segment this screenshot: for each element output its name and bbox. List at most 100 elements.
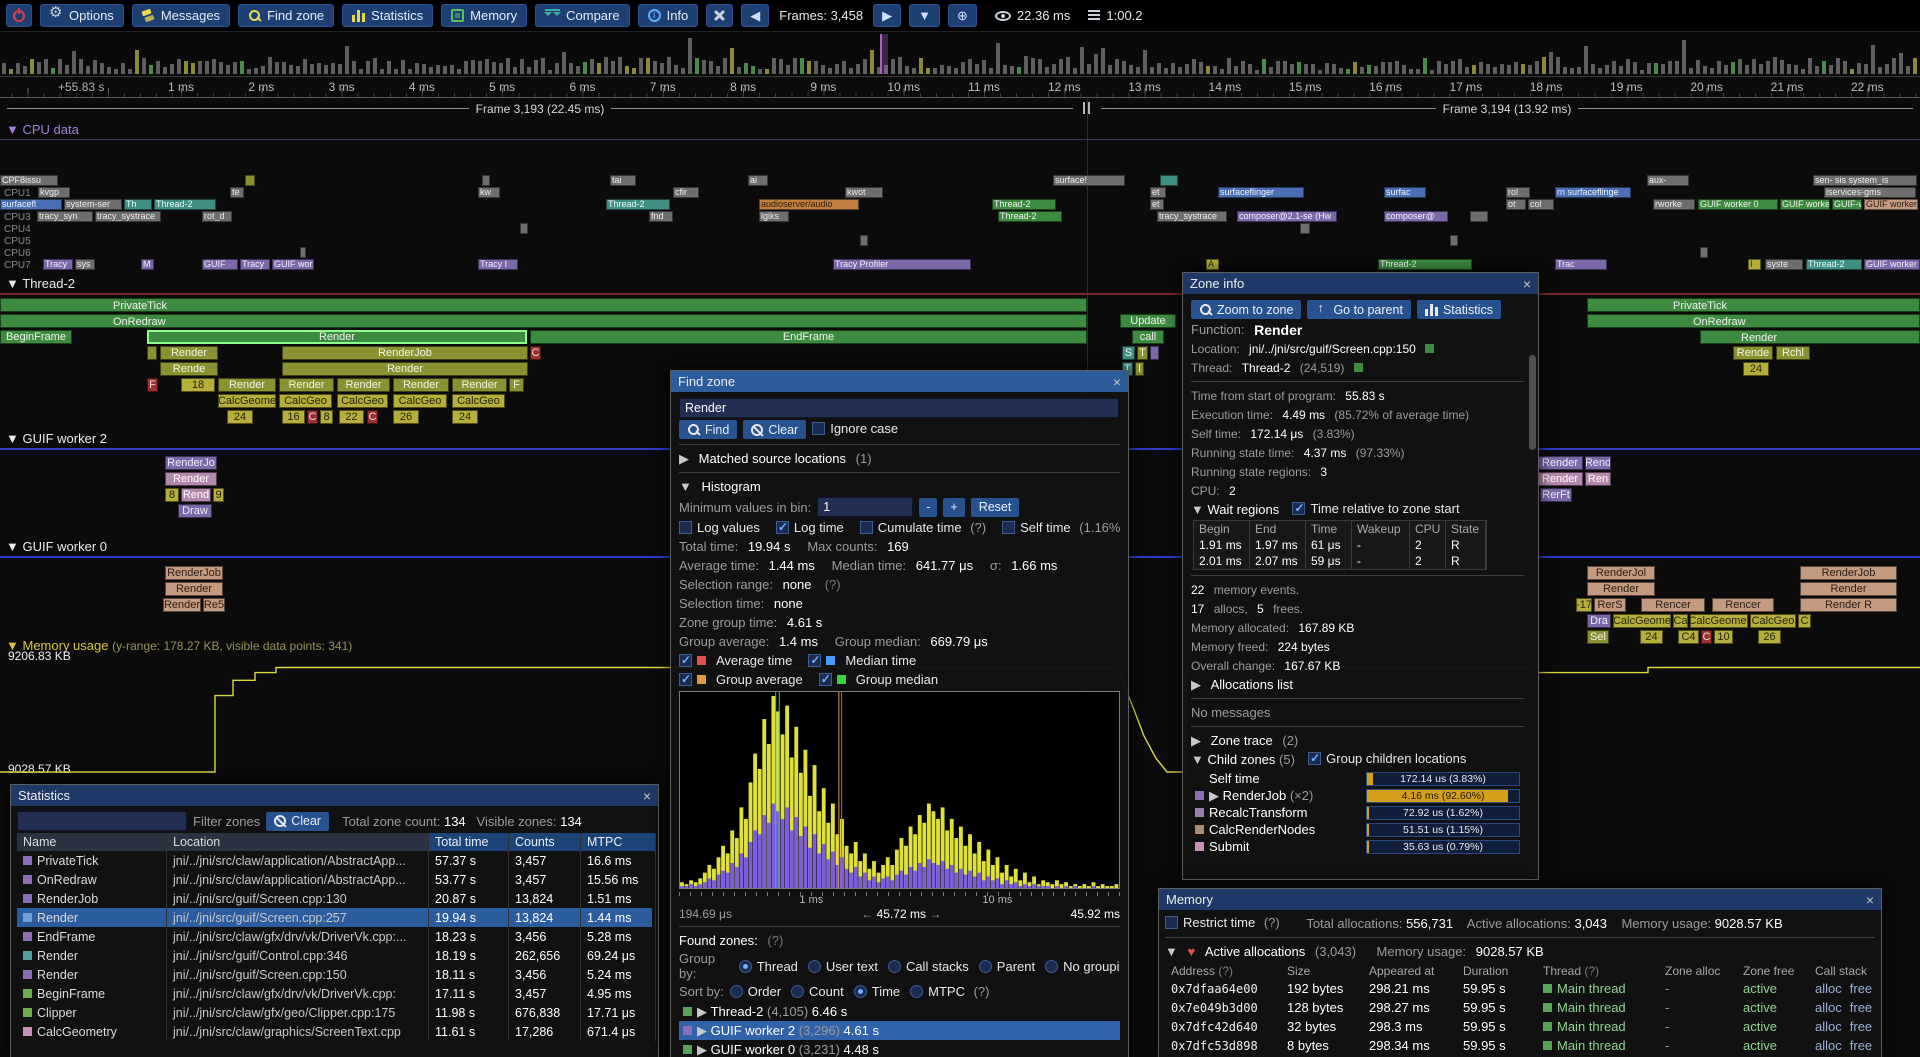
frame-bar[interactable] bbox=[695, 58, 699, 74]
frame-bar[interactable] bbox=[1605, 65, 1609, 74]
frame-bar[interactable] bbox=[1871, 45, 1875, 74]
timeline-zone[interactable]: 16 bbox=[282, 410, 305, 424]
cpu-zone[interactable]: surface! bbox=[1053, 175, 1125, 186]
cpu-zone[interactable]: A bbox=[1206, 259, 1219, 270]
cpu-zone[interactable]: aux- bbox=[1647, 175, 1689, 186]
frame-bar[interactable] bbox=[1024, 56, 1028, 74]
frame-bar[interactable] bbox=[9, 69, 13, 74]
cpu-zone[interactable]: kw bbox=[478, 187, 500, 198]
memory-titlebar[interactable]: Memory× bbox=[1159, 889, 1881, 910]
cpu-zone[interactable]: syste bbox=[1765, 259, 1803, 270]
frame-bar[interactable] bbox=[541, 58, 545, 74]
allocation-row[interactable]: 0x7e049b3d00128 bytes298.27 ms59.95 sMai… bbox=[1165, 998, 1875, 1017]
next-frame-button[interactable]: ▶ bbox=[873, 4, 901, 27]
frame-bar[interactable] bbox=[751, 66, 755, 74]
frame-bar[interactable] bbox=[1710, 68, 1714, 74]
cpu-zone[interactable]: surfacefl bbox=[0, 199, 62, 210]
frame-bar[interactable] bbox=[1325, 63, 1329, 74]
cpu-zone[interactable]: ot bbox=[1506, 199, 1526, 210]
frame-bar[interactable] bbox=[520, 59, 524, 74]
frame-bar[interactable] bbox=[310, 64, 314, 74]
frame-bar[interactable] bbox=[1059, 59, 1063, 74]
scrollbar-thumb[interactable] bbox=[1529, 355, 1536, 450]
frame-bar[interactable] bbox=[842, 61, 846, 74]
frame-bar[interactable] bbox=[1143, 50, 1147, 74]
timeline-zone[interactable]: 8 bbox=[165, 488, 179, 502]
frame-bar[interactable] bbox=[1780, 60, 1784, 74]
frame-bar[interactable] bbox=[380, 69, 384, 74]
frame-bar[interactable] bbox=[1598, 68, 1602, 74]
frame-bar[interactable] bbox=[1850, 69, 1854, 74]
info-button[interactable]: Info bbox=[638, 4, 699, 27]
timeline-zone[interactable]: CalcGeo bbox=[279, 394, 332, 408]
timeline-zone[interactable]: C bbox=[530, 346, 541, 360]
timeline-zone[interactable]: Rencer bbox=[1712, 598, 1774, 612]
timeline-zone[interactable]: 8 bbox=[320, 410, 333, 424]
column-header-zone-alloc[interactable]: Zone alloc bbox=[1659, 964, 1737, 978]
cpu-zone[interactable] bbox=[1160, 175, 1178, 186]
cpu-zone[interactable]: col bbox=[1528, 199, 1554, 210]
statistics-row[interactable]: Renderjni/../jni/src/guif/Screen.cpp:257… bbox=[17, 908, 652, 927]
frame-bar[interactable] bbox=[1738, 59, 1742, 74]
timeline-zone[interactable]: Render bbox=[1700, 330, 1920, 344]
column-header-duration[interactable]: Duration bbox=[1457, 964, 1537, 978]
statistics-row[interactable]: BeginFramejni/../jni/src/claw/gfx/drv/vk… bbox=[17, 984, 652, 1003]
frame-bar[interactable] bbox=[1360, 67, 1364, 74]
wait-region-row[interactable]: 1.91 ms1.97 ms61 μs-2R bbox=[1194, 537, 1486, 553]
frame-bar[interactable] bbox=[1276, 61, 1280, 74]
timeline-zone[interactable]: OnRedraw bbox=[0, 314, 1087, 328]
frame-bar[interactable] bbox=[779, 59, 783, 74]
find-button[interactable]: Find bbox=[679, 420, 737, 439]
cpu-zone[interactable]: fnd bbox=[649, 211, 673, 222]
frame-bar[interactable] bbox=[366, 61, 370, 74]
timeline-zone[interactable]: Render bbox=[1587, 582, 1655, 596]
frame-bar[interactable] bbox=[1290, 64, 1294, 74]
timeline-zone[interactable]: PrivateTick bbox=[1587, 298, 1920, 312]
timeline-zone[interactable]: RenderJol bbox=[1587, 566, 1655, 580]
timeline-zone[interactable]: CalcGeome bbox=[1613, 614, 1671, 628]
statistics-button[interactable]: Statistics bbox=[342, 4, 433, 27]
frame-bar[interactable] bbox=[1507, 65, 1511, 74]
timeline-zone[interactable]: l bbox=[1135, 362, 1144, 376]
frame-overview-strip[interactable] bbox=[0, 32, 1920, 77]
find-zone-titlebar[interactable]: Find zone× bbox=[671, 371, 1128, 392]
allocation-row[interactable]: 0x7dfc53d8988 bytes298.34 ms59.95 sMain … bbox=[1165, 1036, 1875, 1055]
cpu-zone[interactable] bbox=[860, 235, 868, 246]
frame-bar[interactable] bbox=[443, 66, 447, 74]
allocation-row[interactable]: 0x7dfaa64e00192 bytes298.21 ms59.95 sMai… bbox=[1165, 979, 1875, 998]
column-header-location[interactable]: Location bbox=[167, 833, 429, 851]
frame-bar[interactable] bbox=[499, 63, 503, 74]
timeline-zone[interactable]: T bbox=[1137, 346, 1148, 360]
frame-bar[interactable] bbox=[149, 65, 153, 74]
messages-button[interactable]: Messages bbox=[132, 4, 230, 27]
cpu-zone[interactable]: Trac bbox=[1555, 259, 1607, 270]
frame-bar[interactable] bbox=[1500, 64, 1504, 74]
frame-bar[interactable] bbox=[772, 58, 776, 74]
frame-bar[interactable] bbox=[79, 59, 83, 74]
timeline-zone[interactable]: S bbox=[1122, 346, 1135, 360]
frame-bar[interactable] bbox=[1206, 66, 1210, 74]
frame-bar[interactable] bbox=[1745, 65, 1749, 74]
cpu-zone[interactable]: lgiks bbox=[759, 211, 789, 222]
frame-bar[interactable] bbox=[429, 67, 433, 74]
cpu-zone[interactable]: Thread-2 bbox=[998, 211, 1062, 222]
alloc-stack-button[interactable]: alloc bbox=[1815, 1038, 1842, 1053]
increment-button[interactable]: + bbox=[943, 498, 964, 517]
clear-button[interactable]: Clear bbox=[743, 420, 806, 439]
frame-bar[interactable] bbox=[394, 69, 398, 74]
column-header-appeared-at[interactable]: Appeared at bbox=[1363, 964, 1457, 978]
compare-button[interactable]: Compare bbox=[535, 4, 629, 27]
frame-bar[interactable] bbox=[898, 57, 902, 74]
timeline-zone[interactable]: BeginFrame bbox=[0, 330, 72, 344]
wrench-button[interactable] bbox=[706, 4, 733, 27]
active-allocations-header[interactable]: ▼ ♥ Active allocations (3,043) Memory us… bbox=[1165, 943, 1875, 960]
frame-bar[interactable] bbox=[758, 69, 762, 74]
timeline-zone[interactable]: Render bbox=[218, 378, 276, 392]
cpu-zone[interactable]: Thread-2 bbox=[1806, 259, 1862, 270]
frame-bar[interactable] bbox=[1647, 63, 1651, 74]
frame-bar[interactable] bbox=[513, 67, 517, 74]
timeline-zone[interactable]: F bbox=[147, 378, 158, 392]
frame-bar[interactable] bbox=[1297, 62, 1301, 74]
frame-bar[interactable] bbox=[1591, 64, 1595, 74]
timeline-zone[interactable]: Rende bbox=[1733, 346, 1773, 360]
